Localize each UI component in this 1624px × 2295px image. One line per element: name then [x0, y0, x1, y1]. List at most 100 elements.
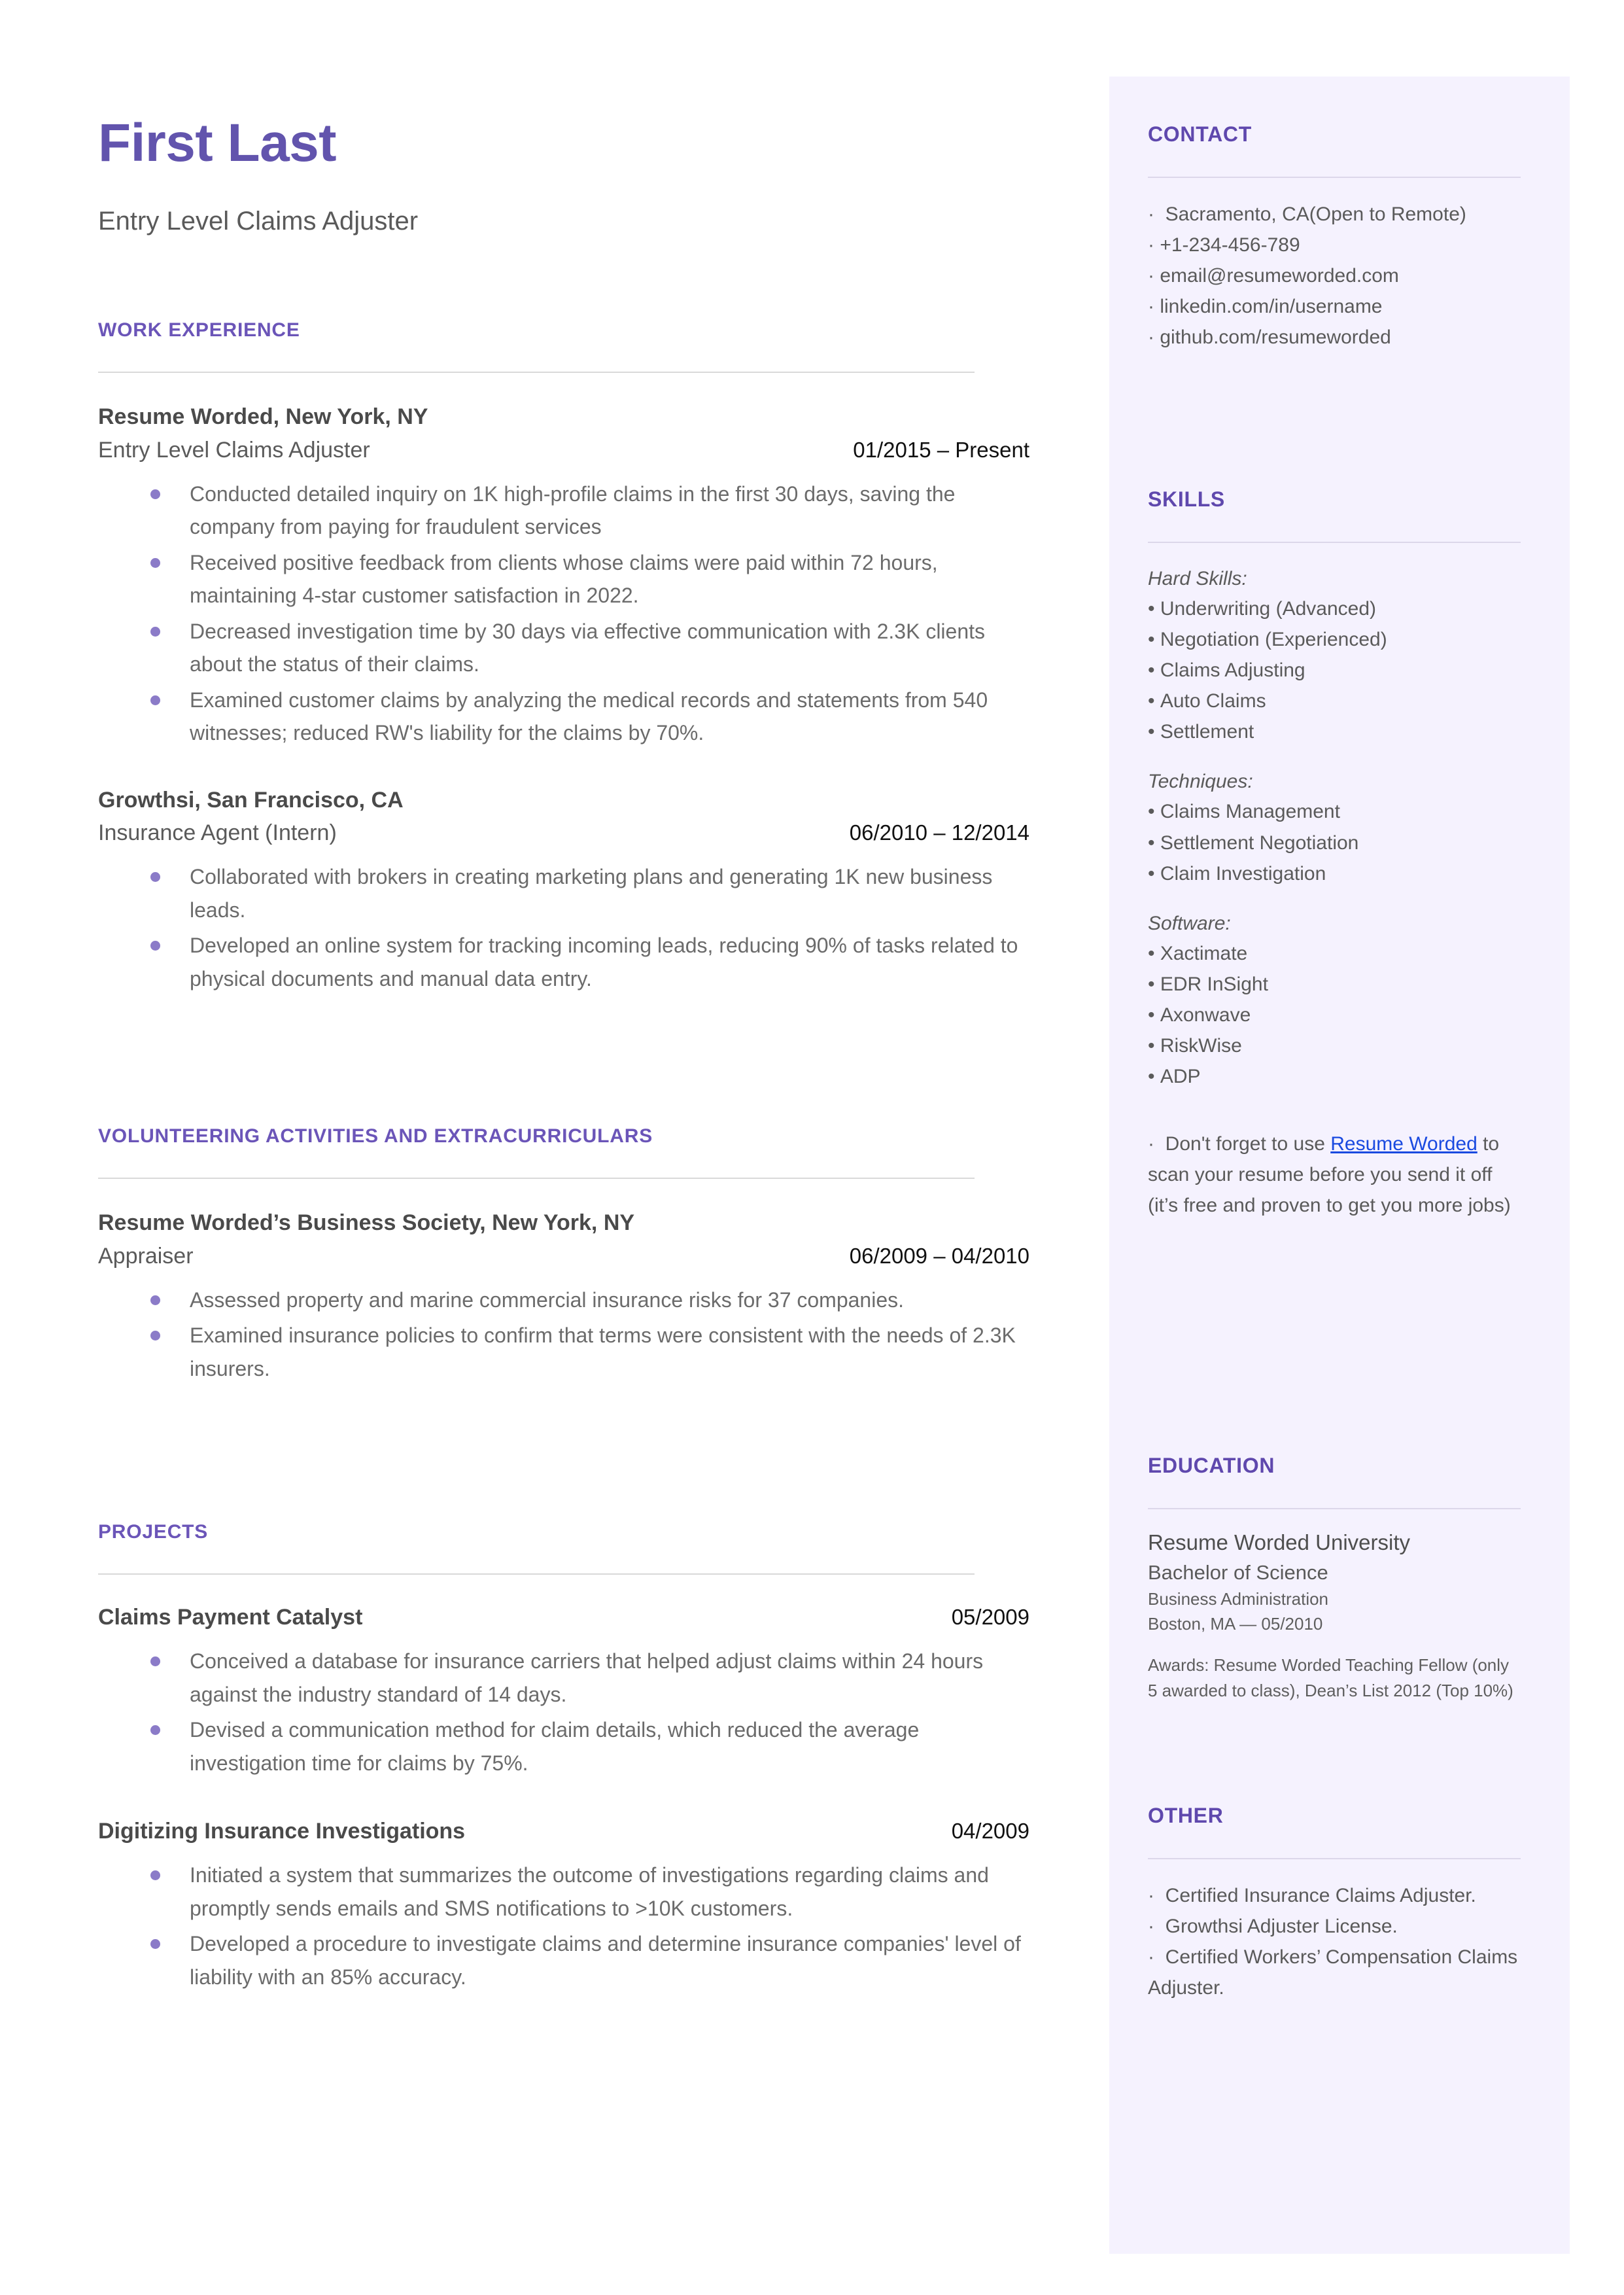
bullet-icon [150, 489, 160, 499]
list-item: Collaborated with brokers in creating ma… [98, 860, 1040, 926]
bullet-icon [150, 626, 160, 637]
contact-linkedin[interactable]: linkedin.com/in/username [1160, 296, 1382, 317]
other-list: · Certified Insurance Claims Adjuster. ·… [1148, 1880, 1521, 2003]
skill-label: Auto Claims [1160, 690, 1266, 712]
education-location-date: Boston, MA — 05/2010 [1148, 1613, 1323, 1634]
role-row: Entry Level Claims Adjuster 01/2015 – Pr… [98, 438, 1029, 463]
list-item: · Certified Workers’ Compensation Claims… [1148, 1946, 1518, 1999]
list-item: • Axonwave [1148, 1004, 1251, 1026]
divider [98, 372, 975, 373]
list-item: • RiskWise [1148, 1035, 1242, 1057]
employer-name: Resume Worded, New York, NY [98, 404, 428, 429]
list-item: • Settlement Negotiation [1148, 832, 1359, 854]
page-title: First Last [98, 113, 337, 173]
contact-email[interactable]: email@resumeworded.com [1160, 265, 1399, 287]
project-entry: Claims Payment Catalyst 05/2009 Conceive… [98, 1605, 1040, 1779]
bullet-icon [150, 1656, 160, 1666]
role-row: Insurance Agent (Intern) 06/2010 – 12/20… [98, 820, 1029, 846]
certification-label: Certified Workers’ Compensation Claims A… [1148, 1946, 1518, 1999]
divider [98, 1178, 975, 1179]
job-title: Insurance Agent (Intern) [98, 820, 337, 846]
list-item: Examined insurance policies to confirm t… [98, 1319, 1040, 1385]
volunteering-entry: Resume Worded’s Business Society, New Yo… [98, 1209, 1040, 1385]
divider [1148, 177, 1521, 178]
bullet-icon [150, 1331, 160, 1341]
bullet-text: Initiated a system that summarizes the o… [190, 1863, 989, 1920]
sidebar-other-section: OTHER · Certified Insurance Claims Adjus… [1148, 1804, 1521, 2003]
section-title: VOLUNTEERING ACTIVITIES AND EXTRACURRICU… [98, 1125, 653, 1147]
contact-github[interactable]: github.com/resumeworded [1160, 326, 1391, 348]
list-item: • Claim Investigation [1148, 862, 1326, 885]
section-title: WORK EXPERIENCE [98, 319, 300, 341]
list-item: • EDR InSight [1148, 973, 1268, 995]
skill-label: Claims Adjusting [1160, 659, 1305, 682]
skill-label: Underwriting (Advanced) [1160, 598, 1376, 620]
role-row: Appraiser 06/2009 – 04/2010 [98, 1244, 1029, 1269]
section-projects: PROJECTS Claims Payment Catalyst 05/2009… [98, 1521, 1040, 1996]
bullet-text: Decreased investigation time by 30 days … [190, 619, 986, 676]
section-volunteering: VOLUNTEERING ACTIVITIES AND EXTRACURRICU… [98, 1125, 1040, 1388]
bullet-icon [150, 1725, 160, 1736]
bullet-text: Developed an online system for tracking … [190, 934, 1018, 991]
bullet-text: Conducted detailed inquiry on 1K high-pr… [190, 482, 956, 539]
bullet-list: Assessed property and marine commercial … [98, 1284, 1040, 1386]
date-range: 01/2015 – Present [853, 437, 1029, 462]
skills-group-label: Hard Skills: [1148, 568, 1247, 589]
skills-group-hard: Hard Skills: • Underwriting (Advanced) •… [1148, 564, 1521, 747]
contact-location: Sacramento, CA(Open to Remote) [1165, 203, 1466, 225]
job-title: Entry Level Claims Adjuster [98, 437, 370, 463]
skill-label: Claims Management [1160, 801, 1340, 823]
experience-entry: Growthsi, San Francisco, CA Insurance Ag… [98, 786, 1040, 996]
bullet-text: Examined insurance policies to confirm t… [190, 1323, 1016, 1380]
bullet-text: Received positive feedback from clients … [190, 550, 938, 608]
sidebar-contact-title: CONTACT [1148, 122, 1252, 146]
sidebar-skills-section: SKILLS Hard Skills: • Underwriting (Adva… [1148, 487, 1521, 1221]
sidebar-other-title: OTHER [1148, 1804, 1224, 1827]
sidebar-education-section: EDUCATION Resume Worded University Bache… [1148, 1454, 1521, 1704]
bullet-icon [150, 695, 160, 705]
bullet-list: Initiated a system that summarizes the o… [98, 1859, 1040, 1993]
project-name: Digitizing Insurance Investigations [98, 1819, 466, 1844]
list-item: Received positive feedback from clients … [98, 546, 1040, 612]
contact-phone[interactable]: +1-234-456-789 [1160, 234, 1300, 256]
divider [1148, 1858, 1521, 1859]
list-item: Initiated a system that summarizes the o… [98, 1859, 1040, 1925]
certification-label: Certified Insurance Claims Adjuster. [1165, 1885, 1476, 1906]
project-row: Digitizing Insurance Investigations 04/2… [98, 1819, 1029, 1844]
skills-group-label: Software: [1148, 912, 1231, 934]
list-item: · Sacramento, CA(Open to Remote) [1148, 203, 1466, 225]
role-title: Appraiser [98, 1243, 194, 1269]
resume-worded-link[interactable]: Resume Worded [1330, 1133, 1477, 1155]
skill-label: Xactimate [1160, 942, 1248, 964]
list-item: • Claims Management [1148, 801, 1340, 823]
divider [98, 1573, 975, 1575]
section-work-experience: WORK EXPERIENCE Resume Worded, New York,… [98, 319, 1040, 998]
contact-list: · Sacramento, CA(Open to Remote) · +1-23… [1148, 199, 1521, 353]
project-row: Claims Payment Catalyst 05/2009 [98, 1605, 1029, 1630]
list-item: • Negotiation (Experienced) [1148, 629, 1387, 651]
list-item: Conducted detailed inquiry on 1K high-pr… [98, 478, 1040, 544]
bullet-text: Collaborated with brokers in creating ma… [190, 865, 993, 922]
education-entry: Resume Worded University Bachelor of Sci… [1148, 1528, 1521, 1704]
bullet-list: Conceived a database for insurance carri… [98, 1645, 1040, 1779]
bullet-text: Devised a communication method for claim… [190, 1718, 920, 1775]
list-item: • Claims Adjusting [1148, 659, 1305, 682]
bullet-text: Conceived a database for insurance carri… [190, 1649, 984, 1706]
list-item: Devised a communication method for claim… [98, 1713, 1040, 1779]
sidebar-panel: CONTACT · Sacramento, CA(Open to Remote)… [1109, 77, 1570, 2254]
list-item: Conceived a database for insurance carri… [98, 1645, 1040, 1711]
skill-label: EDR InSight [1160, 973, 1268, 995]
bullet-text: Assessed property and marine commercial … [190, 1288, 905, 1312]
project-entry: Digitizing Insurance Investigations 04/2… [98, 1819, 1040, 1993]
sidebar-education-title: EDUCATION [1148, 1454, 1275, 1477]
list-item: · +1-234-456-789 [1148, 234, 1300, 256]
resume-worded-promo: · Don't forget to use Resume Worded to s… [1148, 1133, 1511, 1217]
bullet-text: Examined customer claims by analyzing th… [190, 688, 988, 745]
list-item: Developed an online system for tracking … [98, 929, 1040, 995]
list-item: · Growthsi Adjuster License. [1148, 1916, 1398, 1938]
list-item: • ADP [1148, 1066, 1201, 1088]
skill-label: RiskWise [1160, 1035, 1242, 1057]
certification-label: Growthsi Adjuster License. [1165, 1916, 1398, 1938]
